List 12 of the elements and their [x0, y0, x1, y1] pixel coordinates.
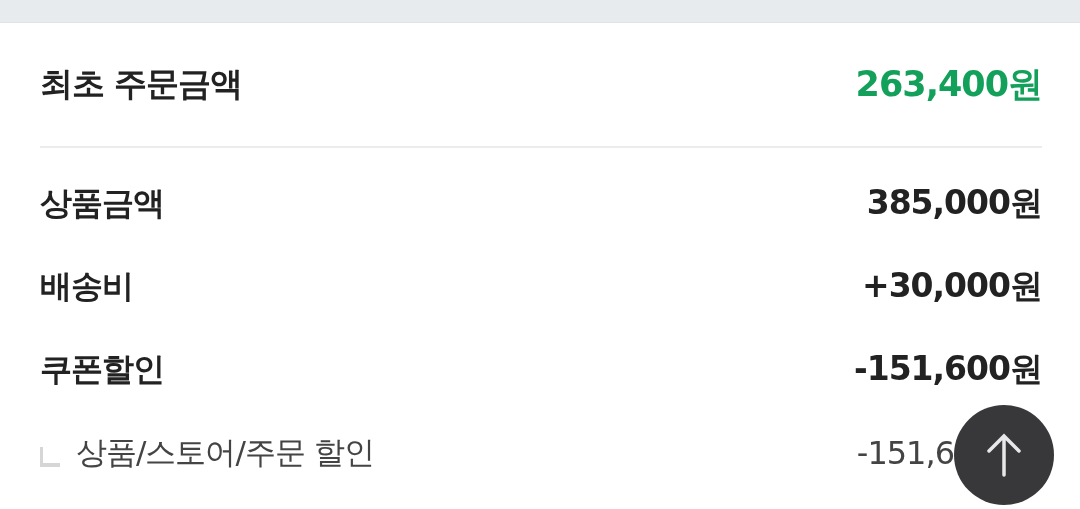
summary-total: 263,400원 — [855, 63, 1042, 106]
row-value: -151,600원 — [854, 348, 1042, 390]
row-label: 배송비 — [40, 265, 133, 307]
row-label: 상품/스토어/주문 할인 — [76, 432, 374, 472]
row-label: 쿠폰할인 — [40, 348, 164, 390]
indent-mark-icon — [40, 446, 60, 467]
row-label: 상품금액 — [40, 182, 164, 224]
summary-title: 최초 주문금액 — [40, 63, 243, 105]
row-value: 385,000원 — [866, 182, 1042, 224]
arrow-up-icon — [986, 433, 1022, 477]
row-value: +30,000원 — [862, 265, 1042, 307]
row-value: -151,6 — [856, 433, 954, 472]
